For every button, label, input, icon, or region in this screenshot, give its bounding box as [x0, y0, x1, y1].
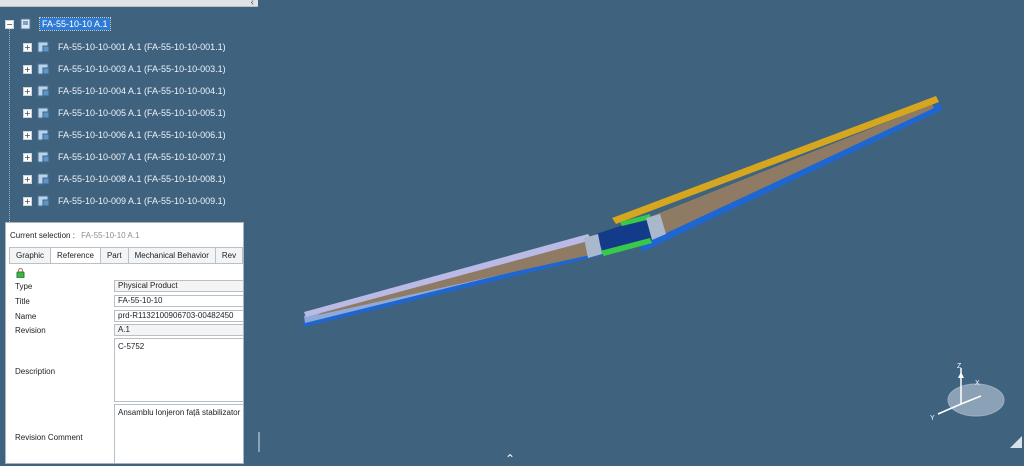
product-tree: ‹ − FA-55-10-10 A.1 + FA-55-10-10-001 A.…	[0, 0, 260, 228]
expand-toggle[interactable]: +	[23, 152, 32, 162]
tab-mechanical-behavior[interactable]: Mechanical Behavior	[127, 247, 216, 263]
properties-tabs: Graphic Reference Part Mechanical Behavi…	[9, 247, 243, 264]
tree-node-label[interactable]: FA-55-10-10-005 A.1 (FA-55-10-10-005.1)	[58, 108, 226, 118]
title-field[interactable]: FA-55-10-10	[114, 295, 243, 307]
type-label: Type	[15, 282, 33, 291]
axis-z-label: Z	[957, 363, 962, 370]
tree-connector-line	[9, 28, 10, 228]
upper-cap-right[interactable]	[612, 96, 939, 224]
expand-toggle[interactable]: +	[23, 174, 32, 184]
description-label: Description	[15, 367, 56, 376]
tree-node-label[interactable]: FA-55-10-10-001 A.1 (FA-55-10-10-001.1)	[58, 42, 226, 52]
tree-node-label[interactable]: FA-55-10-10-007 A.1 (FA-55-10-10-007.1)	[58, 152, 226, 162]
part-icon	[36, 106, 51, 120]
tab-part[interactable]: Part	[99, 247, 129, 263]
revision-comment-field[interactable]: Ansamblu lonjeron față stabilizator	[114, 404, 243, 463]
current-selection-label: Current selection :	[10, 231, 75, 240]
compass-icon[interactable]: Z Y X	[926, 358, 1008, 424]
type-field: Physical Product	[114, 280, 243, 292]
tree-node-child[interactable]: + FA-55-10-10-006 A.1 (FA-55-10-10-006.1…	[23, 126, 226, 144]
compass-widget[interactable]: Z Y X	[926, 358, 1008, 429]
part-icon	[36, 128, 51, 142]
tree-node-label[interactable]: FA-55-10-10-004 A.1 (FA-55-10-10-004.1)	[58, 86, 226, 96]
tree-toolbar-strip: ‹	[0, 0, 258, 8]
tree-node-child[interactable]: + FA-55-10-10-008 A.1 (FA-55-10-10-008.1…	[23, 170, 226, 188]
tabs-divider	[9, 263, 243, 264]
collapse-panel-icon[interactable]: ‹	[251, 0, 254, 8]
web-right[interactable]	[652, 104, 934, 236]
tree-node-label[interactable]: FA-55-10-10 A.1	[39, 17, 111, 31]
properties-panel: Current selection : FA-55-10-10 A.1 Grap…	[5, 222, 244, 464]
tree-node-child[interactable]: + FA-55-10-10-001 A.1 (FA-55-10-10-001.1…	[23, 38, 226, 56]
title-label: Title	[15, 297, 30, 306]
part-icon	[36, 172, 51, 186]
collapse-toggle[interactable]: −	[5, 19, 14, 29]
expand-toggle[interactable]: +	[23, 196, 32, 206]
description-field[interactable]: C-5752	[114, 338, 243, 402]
tree-node-child[interactable]: + FA-55-10-10-007 A.1 (FA-55-10-10-007.1…	[23, 148, 226, 166]
upper-skin-left[interactable]	[304, 234, 592, 317]
name-field[interactable]: prd-R1132100906703-00482450	[114, 310, 243, 322]
tree-node-child[interactable]: + FA-55-10-10-005 A.1 (FA-55-10-10-005.1…	[23, 104, 226, 122]
panel-splitter[interactable]	[258, 432, 260, 452]
current-selection: Current selection : FA-55-10-10 A.1	[10, 231, 139, 240]
tree-node-label[interactable]: FA-55-10-10-009 A.1 (FA-55-10-10-009.1)	[58, 196, 226, 206]
axis-x-label: X	[975, 380, 980, 387]
axis-y-label: Y	[930, 415, 935, 422]
tree-node-label[interactable]: FA-55-10-10-008 A.1 (FA-55-10-10-008.1)	[58, 174, 226, 184]
part-icon	[36, 194, 51, 208]
current-selection-value: FA-55-10-10 A.1	[81, 231, 140, 240]
revision-label: Revision	[15, 326, 46, 335]
tab-reference[interactable]: Reference	[50, 247, 101, 264]
product-icon	[18, 17, 33, 31]
tree-node-label[interactable]: FA-55-10-10-006 A.1 (FA-55-10-10-006.1)	[58, 130, 226, 140]
tree-node-child[interactable]: + FA-55-10-10-003 A.1 (FA-55-10-10-003.1…	[23, 60, 226, 78]
expand-toggle[interactable]: +	[23, 64, 32, 74]
revision-field: A.1	[114, 324, 243, 336]
part-icon	[36, 62, 51, 76]
lock-icon	[16, 267, 25, 280]
revision-comment-label: Revision Comment	[15, 433, 83, 442]
lower-skin-left[interactable]	[303, 246, 640, 327]
tree-node-child[interactable]: + FA-55-10-10-004 A.1 (FA-55-10-10-004.1…	[23, 82, 226, 100]
expand-toggle[interactable]: +	[23, 42, 32, 52]
part-icon	[36, 150, 51, 164]
expand-toggle[interactable]: +	[23, 108, 32, 118]
tree-node-child[interactable]: + FA-55-10-10-009 A.1 (FA-55-10-10-009.1…	[23, 192, 226, 210]
tab-revision[interactable]: Rev	[214, 247, 243, 263]
tree-node-root[interactable]: − FA-55-10-10 A.1	[5, 15, 111, 33]
corner-resize-icon[interactable]	[1010, 435, 1022, 453]
part-icon	[36, 40, 51, 54]
expand-toggle[interactable]: +	[23, 130, 32, 140]
part-icon	[36, 84, 51, 98]
tree-node-label[interactable]: FA-55-10-10-003 A.1 (FA-55-10-10-003.1)	[58, 64, 226, 74]
name-label: Name	[15, 312, 37, 321]
expand-toggle[interactable]: +	[23, 86, 32, 96]
tab-graphic[interactable]: Graphic	[9, 247, 52, 263]
